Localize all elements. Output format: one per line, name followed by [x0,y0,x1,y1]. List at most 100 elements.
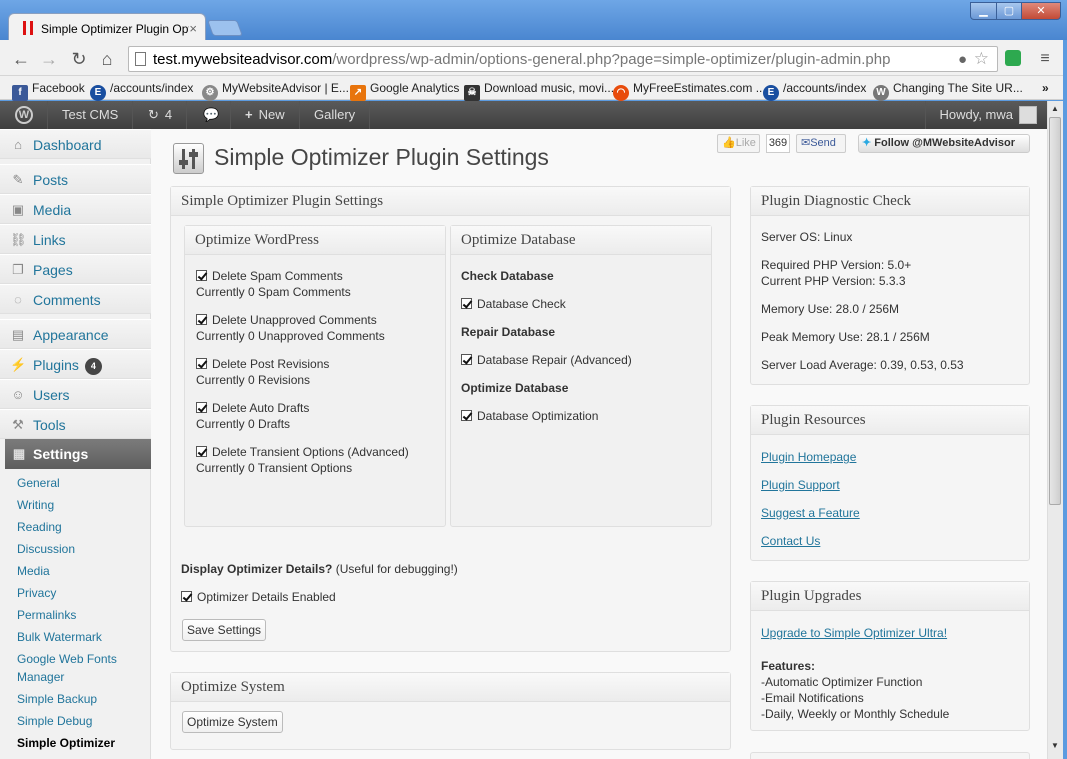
bookmark-item[interactable]: f Facebook [12,79,85,101]
database-optimization-checkbox[interactable]: Database Optimization [461,408,598,424]
extension-icon[interactable] [1005,50,1021,66]
menu-tools[interactable]: ⚒ Tools [0,409,151,439]
send-button[interactable]: ✉Send [796,134,846,153]
new-content-link[interactable]: + New [231,101,300,129]
submenu-privacy[interactable]: Privacy [17,585,56,601]
minimize-button[interactable]: ▁ [970,2,997,20]
submenu-permalinks[interactable]: Permalinks [17,607,76,623]
comments-icon: ◌ [14,292,22,307]
bookmark-item[interactable]: E/accounts/index [763,79,866,101]
gallery-link[interactable]: Gallery [300,101,371,129]
submenu-simple-backup[interactable]: Simple Backup [17,691,97,707]
delete-revisions-checkbox[interactable]: Delete Post Revisions [196,356,329,372]
bookmark-item[interactable]: ◠ MyFreeEstimates.com ... [613,79,766,101]
home-icon[interactable]: ⌂ [96,48,118,70]
bookmarks-more-icon[interactable]: » [1042,79,1049,97]
settings-sliders-icon [173,143,204,174]
plugin-homepage-link[interactable]: Plugin Homepage [761,450,856,464]
scroll-up-arrow-icon[interactable]: ▲ [1049,103,1061,115]
updates-link[interactable]: ↻ 4 [134,101,188,129]
suggest-feature-link[interactable]: Suggest a Feature [761,506,860,520]
wordpress-logo-icon[interactable]: W [0,101,48,129]
back-arrow-icon[interactable]: ← [10,48,32,70]
twitter-follow-button[interactable]: ✦ Follow @MWebsiteAdvisor [858,134,1030,153]
new-tab-button[interactable] [207,20,243,36]
feature-item: -Automatic Optimizer Function [761,675,923,689]
delete-spam-checkbox[interactable]: Delete Spam Comments [196,268,343,284]
browser-tab[interactable]: Simple Optimizer Plugin Options × [8,13,206,43]
submenu-google-web-fonts[interactable]: Google Web Fonts [17,651,117,667]
menu-users[interactable]: ☺ Users [0,379,151,409]
maximize-button[interactable]: ▢ [996,2,1022,20]
submenu-google-web-fonts-manager[interactable]: Manager [17,669,64,685]
delete-drafts-checkbox[interactable]: Delete Auto Drafts [196,400,309,416]
menu-dashboard[interactable]: ⌂ Dashboard [0,129,151,159]
like-button[interactable]: 👍Like [717,134,760,153]
tab-close-icon[interactable]: × [189,21,197,36]
submenu-bulk-watermark[interactable]: Bulk Watermark [17,629,102,645]
settings-icon: ▦ [12,446,26,461]
users-icon: ☺ [11,387,25,402]
submenu-reading[interactable]: Reading [17,519,62,535]
menu-plugins[interactable]: ⚡ Plugins 4 [0,349,151,379]
bookmark-item[interactable]: W Changing The Site UR... [873,79,1023,101]
settings-panel-title: Simple Optimizer Plugin Settings [171,187,730,216]
bookmark-star-icon[interactable]: ☆ [974,49,989,69]
optimize-wordpress-panel: Optimize WordPress Delete Spam Comments … [184,225,446,527]
thumbs-up-icon: 👍 [722,137,736,149]
menu-comments[interactable]: ◌ Comments [0,284,151,314]
optimize-database-heading: Optimize Database [461,381,569,395]
forward-arrow-icon[interactable]: → [38,48,60,70]
bookmark-item[interactable]: ↗ Google Analytics [350,79,459,101]
upgrade-link[interactable]: Upgrade to Simple Optimizer Ultra! [761,626,947,640]
database-repair-checkbox[interactable]: Database Repair (Advanced) [461,352,632,368]
settings-panel: Simple Optimizer Plugin Settings Optimiz… [170,186,731,652]
menu-posts[interactable]: ✎ Posts [0,164,151,194]
menu-pages[interactable]: ❐ Pages [0,254,151,284]
transient-count: Currently 0 Transient Options [196,461,353,475]
link-icon: ⛓ [10,232,27,247]
updates-icon: ↻ [148,107,159,122]
contact-us-link[interactable]: Contact Us [761,534,820,548]
lightbulb-icon[interactable]: ● [958,51,967,68]
my-account-link[interactable]: Howdy, mwa [924,101,1047,129]
plugin-support-link[interactable]: Plugin Support [761,478,840,492]
bookmark-item[interactable]: ⚙ MyWebsiteAdvisor | E... [202,79,349,101]
database-check-checkbox[interactable]: Database Check [461,296,566,312]
plus-icon: + [245,107,253,122]
save-settings-button[interactable]: Save Settings [182,619,267,641]
feature-item: -Daily, Weekly or Monthly Schedule [761,707,950,721]
delete-transient-checkbox[interactable]: Delete Transient Options (Advanced) [196,444,409,460]
like-count: 369 [766,134,790,153]
close-window-button[interactable]: ✕ [1021,2,1061,20]
comments-link[interactable]: 💬 [189,101,231,129]
menu-settings[interactable]: ▦ Settings [5,439,159,469]
twitter-bird-icon: ✦ [862,137,872,149]
submenu-simple-debug[interactable]: Simple Debug [17,713,92,729]
menu-appearance[interactable]: ▤ Appearance [0,319,151,349]
next-panel-edge [750,752,1030,759]
submenu-discussion[interactable]: Discussion [17,541,75,557]
optimizer-details-checkbox[interactable]: Optimizer Details Enabled [181,589,336,605]
menu-icon[interactable]: ≡ [1034,48,1056,70]
diagnostic-panel: Plugin Diagnostic Check Server OS: Linux… [750,186,1030,385]
submenu-simple-optimizer[interactable]: Simple Optimizer [17,735,115,751]
site-name-link[interactable]: Test CMS [48,101,134,129]
delete-unapproved-checkbox[interactable]: Delete Unapproved Comments [196,312,377,328]
bookmark-item[interactable]: ☠ Download music, movi... [464,79,614,101]
optimize-system-button[interactable]: Optimize System [182,711,283,733]
scroll-down-arrow-icon[interactable]: ▼ [1049,740,1061,752]
submenu-general[interactable]: General [17,475,60,491]
menu-media[interactable]: ▣ Media [0,194,151,224]
menu-links[interactable]: ⛓ Links [0,224,151,254]
submenu-writing[interactable]: Writing [17,497,54,513]
submenu-media[interactable]: Media [17,563,50,579]
reload-icon[interactable]: ↻ [68,48,90,70]
repair-database-heading: Repair Database [461,325,556,339]
scrollbar-thumb[interactable] [1049,117,1061,505]
check-database-heading: Check Database [461,269,554,283]
bookmark-item[interactable]: E/accounts/index [90,79,193,101]
address-bar[interactable]: test.mywebsiteadvisor.com/wordpress/wp-a… [128,46,998,72]
avatar [1019,106,1037,124]
optimize-database-title: Optimize Database [451,226,711,255]
